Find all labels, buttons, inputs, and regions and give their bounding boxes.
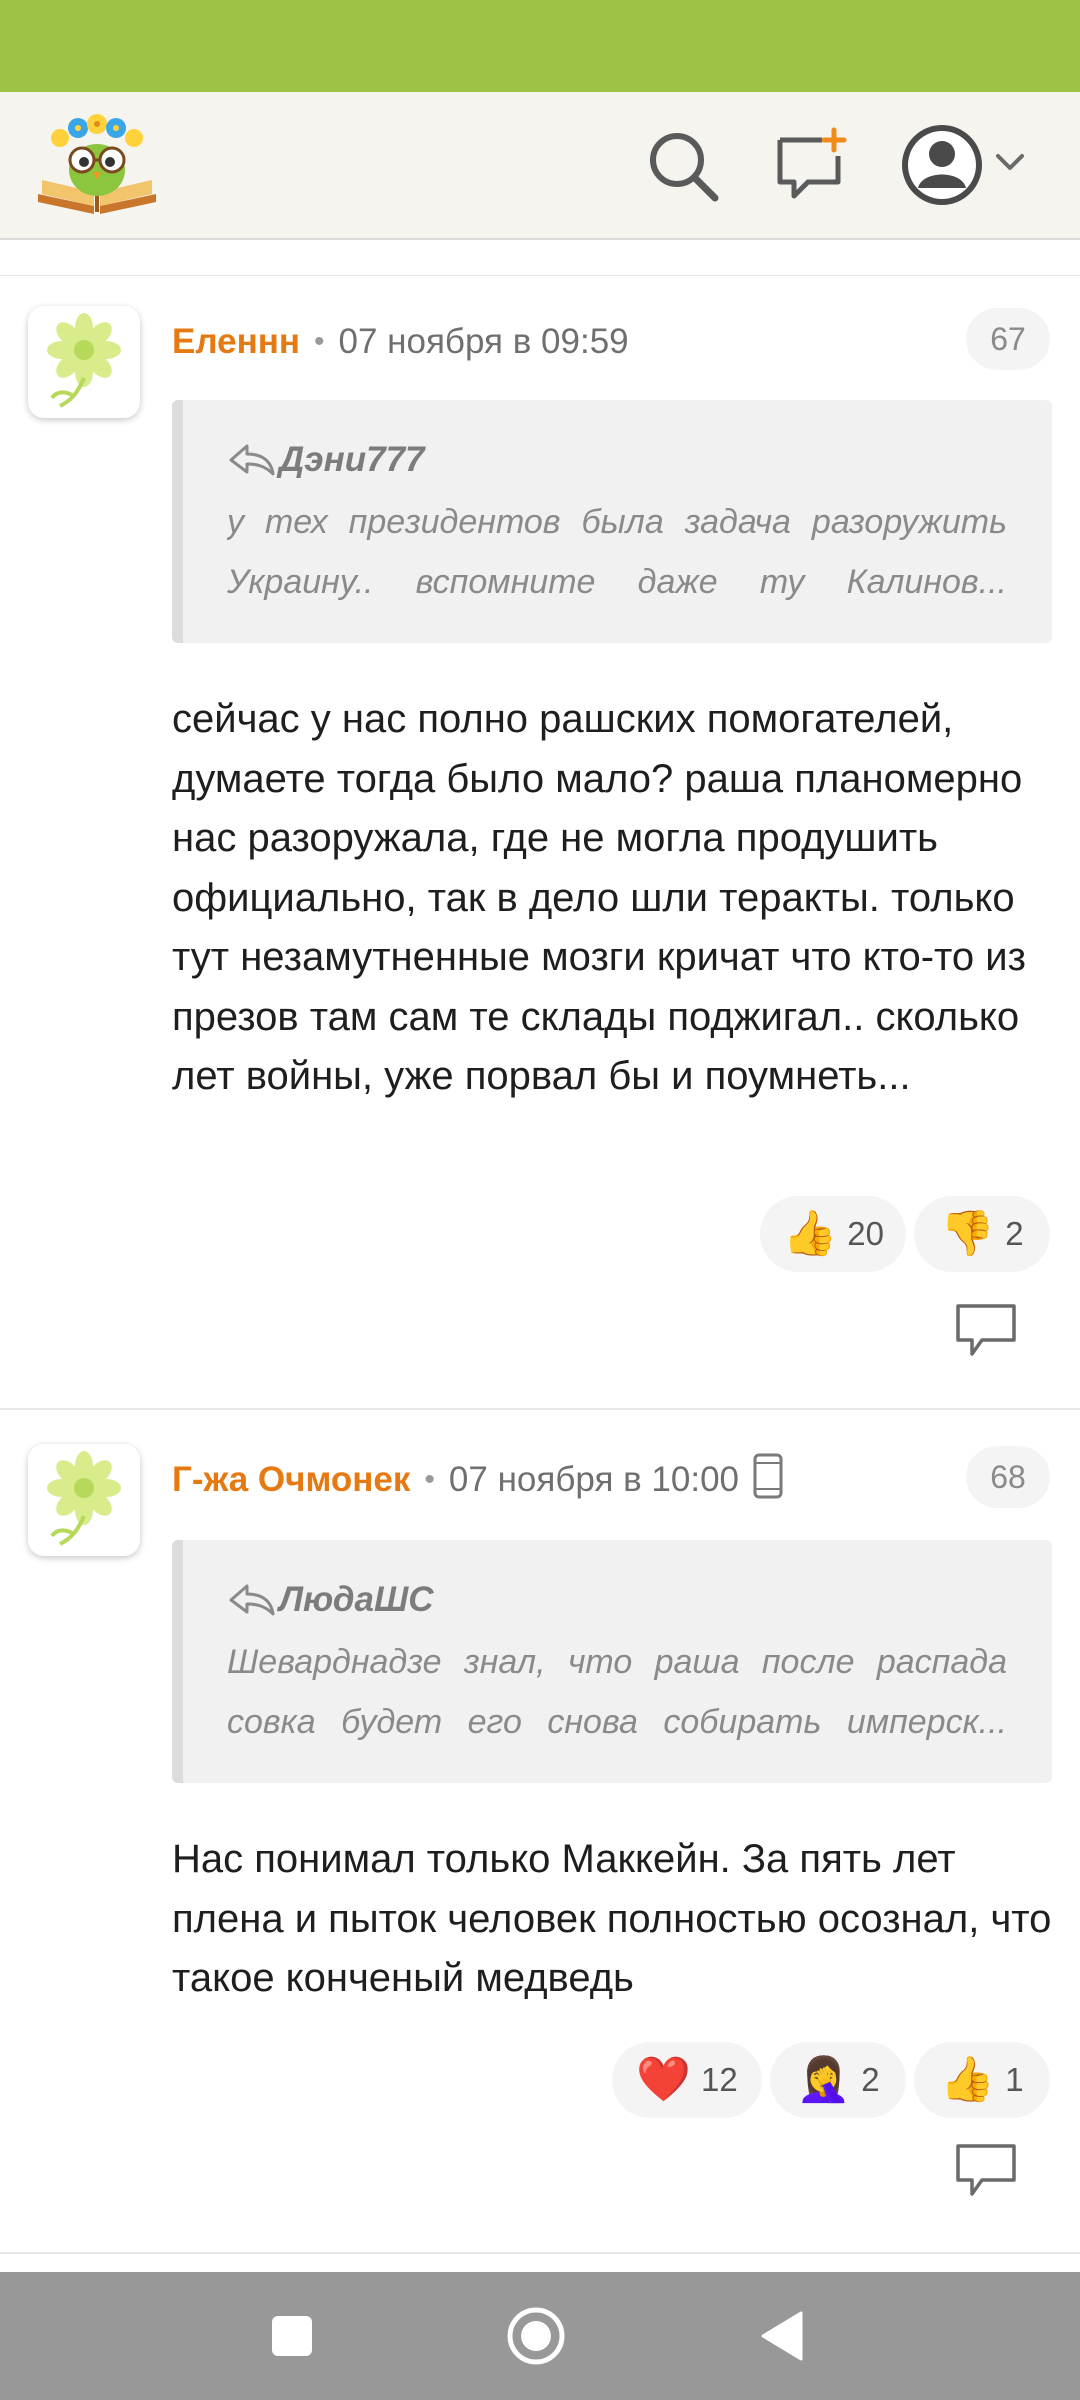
comment-author[interactable]: Еленнн xyxy=(172,322,300,362)
owl-book-logo[interactable] xyxy=(34,108,160,218)
comment-number-badge[interactable]: 67 xyxy=(966,308,1050,370)
divider xyxy=(0,2252,1080,2254)
separator-dot: • xyxy=(424,1463,435,1496)
system-nav-bar xyxy=(0,2272,1080,2400)
facepalm-icon: 🤦‍♀️ xyxy=(796,2054,852,2105)
divider xyxy=(0,275,1080,276)
quote-author-name: Дэни777 xyxy=(279,440,425,479)
comment-text: Нас понимал только Маккейн. За пять лет … xyxy=(172,1837,1052,2000)
reactions: 👍 20 👎 2 xyxy=(760,1196,1050,1272)
divider xyxy=(0,1408,1080,1410)
quote-text: у тех президентов была задача разоружить… xyxy=(227,503,1007,601)
reaction-dislike[interactable]: 👎 2 xyxy=(914,1196,1050,1272)
quote-author: ЛюдаШС xyxy=(227,1576,434,1624)
reaction-count: 2 xyxy=(861,2061,880,2098)
search-icon[interactable] xyxy=(643,126,723,206)
status-bar xyxy=(0,0,1080,92)
quote-block[interactable]: ЛюдаШС Шеварднадзе знал, что раша после … xyxy=(172,1540,1052,1783)
back-triangle-icon[interactable] xyxy=(742,2296,822,2376)
comment-meta: Еленнн • 07 ноября в 09:59 xyxy=(172,314,629,370)
reaction-count: 12 xyxy=(701,2061,738,2098)
mobile-device-icon xyxy=(753,1453,783,1508)
reaction-like[interactable]: 👍 20 xyxy=(760,1196,906,1272)
reply-arrow-icon xyxy=(229,444,275,476)
recents-square-icon[interactable] xyxy=(252,2296,332,2376)
heart-icon: ❤️ xyxy=(636,2054,692,2105)
reaction-count: 20 xyxy=(847,1215,884,1252)
reply-icon[interactable] xyxy=(954,1302,1018,1358)
comment-number-badge[interactable]: 68 xyxy=(966,1446,1050,1508)
thumbs-up-icon: 👍 xyxy=(940,2054,996,2105)
reaction-facepalm[interactable]: 🤦‍♀️ 2 xyxy=(770,2042,906,2118)
reaction-count: 2 xyxy=(1005,1215,1024,1252)
reply-arrow-icon xyxy=(229,1584,275,1616)
reactions: ❤️ 12 🤦‍♀️ 2 👍 1 xyxy=(612,2042,1050,2118)
app-header xyxy=(0,92,1080,240)
reaction-like[interactable]: 👍 1 xyxy=(914,2042,1050,2118)
separator-dot: • xyxy=(314,325,325,358)
home-circle-icon[interactable] xyxy=(496,2296,576,2376)
comment-text: сейчас у нас полно рашских помогателей, … xyxy=(172,697,1026,1098)
avatar[interactable] xyxy=(28,306,140,418)
comment-author[interactable]: Г-жа Очмонек xyxy=(172,1460,410,1500)
quote-author-name: ЛюдаШС xyxy=(279,1580,434,1619)
quote-author: Дэни777 xyxy=(227,436,425,484)
reply-icon[interactable] xyxy=(954,2142,1018,2198)
comment-date: 07 ноября в 09:59 xyxy=(338,322,629,361)
reaction-heart[interactable]: ❤️ 12 xyxy=(612,2042,762,2118)
user-avatar-icon[interactable] xyxy=(898,120,1038,210)
thumbs-down-icon: 👎 xyxy=(940,1208,996,1259)
comment-meta: Г-жа Очмонек • 07 ноября в 10:00 xyxy=(172,1452,783,1508)
comment-date: 07 ноября в 10:00 xyxy=(448,1460,740,1499)
avatar[interactable] xyxy=(28,1444,140,1556)
quote-block[interactable]: Дэни777 у тех президентов была задача ра… xyxy=(172,400,1052,643)
quote-text: Шеварднадзе знал, что раша после распада… xyxy=(227,1643,1007,1741)
new-message-icon[interactable] xyxy=(772,126,852,206)
thumbs-up-icon: 👍 xyxy=(782,1208,838,1259)
reaction-count: 1 xyxy=(1005,2061,1024,2098)
